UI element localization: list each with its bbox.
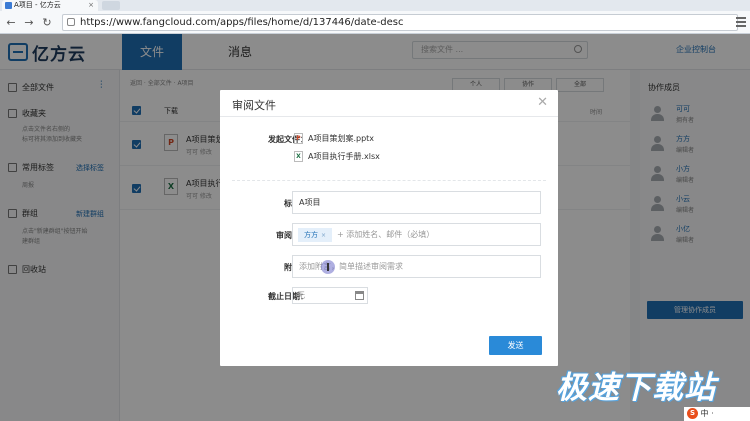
close-icon[interactable]: ✕ bbox=[537, 95, 548, 110]
reviewer-chip-name: 方方 bbox=[304, 231, 318, 239]
attachment-item[interactable]: P A项目策划案.pptx bbox=[294, 133, 374, 144]
reviewer-field[interactable]: 方方 × + 添加姓名、邮件（必填） bbox=[292, 223, 541, 246]
title-field[interactable]: A项目 bbox=[292, 191, 541, 214]
divider bbox=[232, 180, 546, 181]
note-placeholder: 添加附言，简单描述审阅需求 bbox=[299, 262, 403, 271]
tab-close-icon[interactable]: × bbox=[88, 0, 94, 11]
reviewer-chip[interactable]: 方方 × bbox=[298, 228, 333, 242]
attachment-item[interactable]: X A项目执行手册.xlsx bbox=[294, 151, 380, 162]
watermark: 极速下载站 bbox=[556, 370, 716, 406]
title-value: A项目 bbox=[299, 198, 321, 207]
tray-extra: · bbox=[711, 409, 714, 418]
back-icon[interactable]: ← bbox=[4, 16, 18, 30]
reviewer-placeholder: + 添加姓名、邮件（必填） bbox=[337, 230, 435, 239]
browser-tab[interactable]: A项目 - 亿方云 × bbox=[2, 0, 98, 11]
attachment-name: A项目策划案.pptx bbox=[308, 134, 375, 143]
lock-icon bbox=[67, 18, 75, 26]
excel-file-icon: X bbox=[294, 151, 303, 162]
calendar-icon[interactable] bbox=[355, 291, 364, 300]
chip-remove-icon[interactable]: × bbox=[321, 232, 326, 239]
review-file-dialog: 审阅文件 ✕ 发起文件： P A项目策划案.pptx X A项目执行手册.xls… bbox=[220, 90, 558, 366]
url-field[interactable]: https://www.fangcloud.com/apps/files/hom… bbox=[62, 14, 738, 31]
browser-tab-bar: A项目 - 亿方云 × bbox=[0, 0, 750, 11]
ppt-file-icon: P bbox=[294, 133, 303, 144]
address-bar-row: ← → ↻ https://www.fangcloud.com/apps/fil… bbox=[0, 11, 750, 34]
browser-menu-icon[interactable] bbox=[736, 17, 746, 27]
url-text: https://www.fangcloud.com/apps/files/hom… bbox=[80, 17, 404, 28]
system-tray: S 中 · bbox=[684, 407, 750, 421]
forward-icon[interactable]: → bbox=[22, 16, 36, 30]
mouse-cursor-icon bbox=[321, 260, 335, 274]
send-button[interactable]: 发送 bbox=[489, 336, 542, 355]
favicon-icon bbox=[5, 2, 12, 9]
sogou-ime-icon[interactable]: S bbox=[687, 408, 698, 419]
dialog-header: 审阅文件 ✕ bbox=[220, 90, 558, 117]
new-tab-button[interactable] bbox=[102, 1, 120, 10]
attachment-name: A项目执行手册.xlsx bbox=[308, 152, 380, 161]
ime-mode[interactable]: 中 bbox=[701, 409, 709, 418]
reload-icon[interactable]: ↻ bbox=[40, 16, 54, 30]
deadline-field[interactable]: 无 bbox=[292, 287, 368, 304]
tab-title: A项目 - 亿方云 bbox=[14, 1, 61, 9]
dialog-title: 审阅文件 bbox=[232, 99, 276, 112]
deadline-value: 无 bbox=[297, 291, 305, 300]
